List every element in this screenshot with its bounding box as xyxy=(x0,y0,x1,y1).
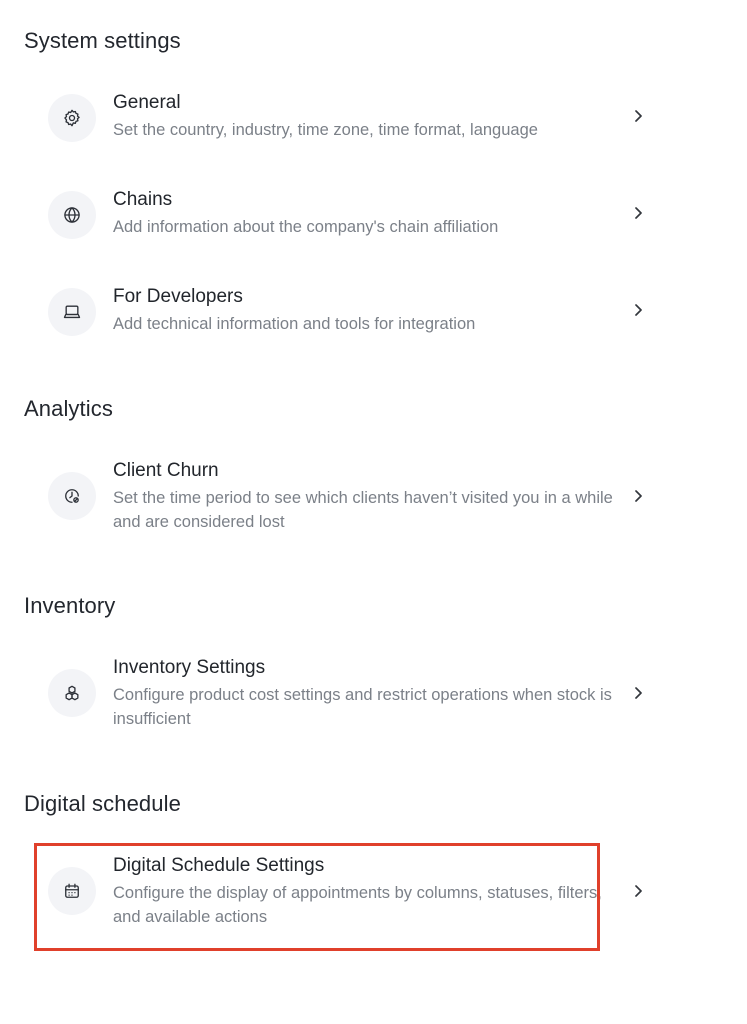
settings-item-inventory-settings[interactable]: Inventory Settings Configure product cos… xyxy=(44,651,664,737)
settings-item-for-developers[interactable]: For Developers Add technical information… xyxy=(44,280,664,350)
laptop-icon xyxy=(48,288,96,336)
gear-icon xyxy=(48,94,96,142)
item-title: For Developers xyxy=(113,286,243,307)
item-description: Add information about the company's chai… xyxy=(113,218,499,236)
chevron-right-icon xyxy=(630,302,646,318)
highlight-box xyxy=(34,843,600,951)
section-title-inventory: Inventory xyxy=(24,593,116,618)
item-description: Set the country, industry, time zone, ti… xyxy=(113,121,538,139)
chevron-right-icon xyxy=(630,108,646,124)
section-title-system-settings: System settings xyxy=(24,28,181,53)
item-title: Chains xyxy=(113,189,173,210)
chevron-right-icon xyxy=(630,205,646,221)
chevron-right-icon xyxy=(630,883,646,899)
settings-item-general[interactable]: General Set the country, industry, time … xyxy=(44,86,664,156)
settings-item-chains[interactable]: Chains Add information about the company… xyxy=(44,183,664,253)
clock-churn-icon xyxy=(48,472,96,520)
item-title: Inventory Settings xyxy=(113,657,266,678)
item-title: Client Churn xyxy=(113,460,219,481)
item-description: Configure product cost settings and rest… xyxy=(113,686,612,728)
section-title-digital-schedule: Digital schedule xyxy=(24,791,181,816)
globe-icon xyxy=(48,191,96,239)
item-title: General xyxy=(113,92,181,113)
section-title-analytics: Analytics xyxy=(24,396,113,421)
chevron-right-icon xyxy=(630,685,646,701)
chevron-right-icon xyxy=(630,488,646,504)
item-description: Set the time period to see which clients… xyxy=(113,489,613,531)
settings-item-client-churn[interactable]: Client Churn Set the time period to see … xyxy=(44,454,664,540)
item-description: Add technical information and tools for … xyxy=(113,315,476,333)
boxes-icon xyxy=(48,669,96,717)
